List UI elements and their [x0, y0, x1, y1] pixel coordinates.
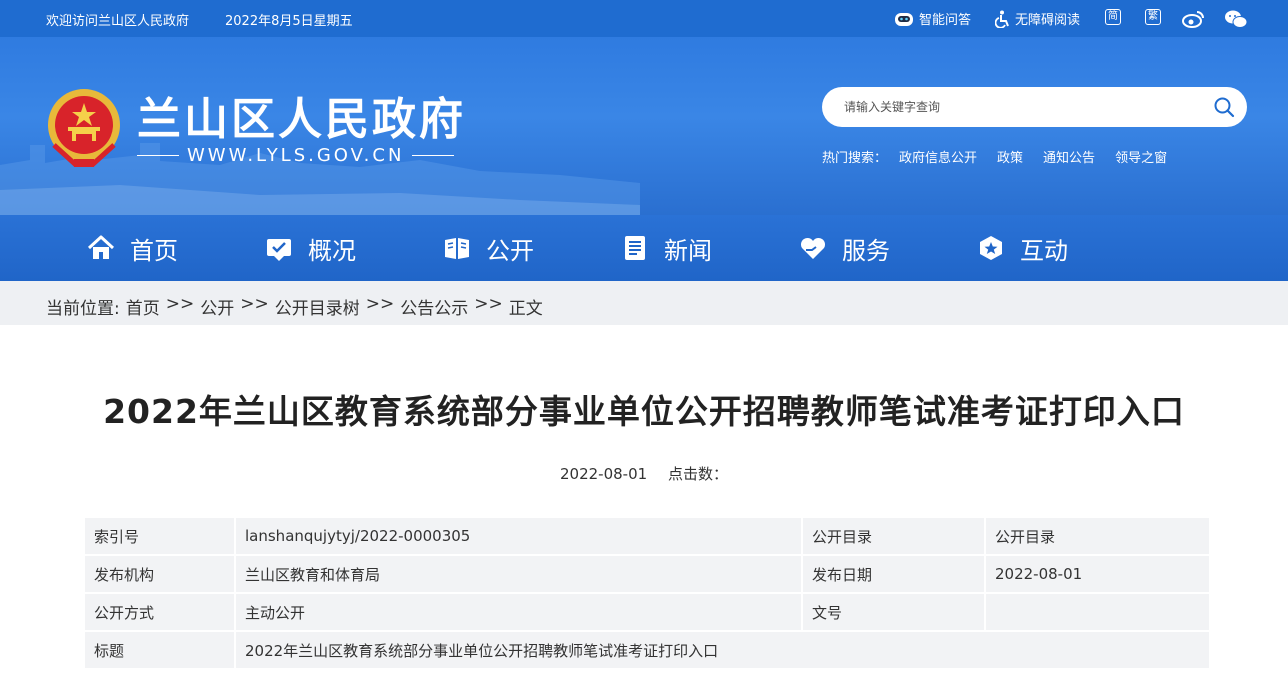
breadcrumb-public[interactable]: 公开: [200, 294, 234, 319]
article-meta: 2022-08-01 点击数：: [0, 463, 1288, 484]
weibo-icon: [1182, 11, 1204, 28]
site-header: 兰山区人民政府 WWW.LYLS.GOV.CN 热门搜索： 政府信息公开 政策 …: [0, 37, 1288, 215]
pub-date-label: 发布日期: [801, 554, 986, 594]
article-title: 2022年兰山区教育系统部分事业单位公开招聘教师笔试准考证打印入口: [103, 392, 1185, 431]
simplified-label: 简: [1105, 9, 1121, 25]
catalog-value: 公开目录: [984, 516, 1211, 556]
search-box: [822, 87, 1247, 127]
breadcrumb-separator: >>: [165, 294, 195, 314]
heart-hand-icon: [800, 237, 826, 259]
index-no-value: lanshanqujytyj/2022-0000305: [234, 516, 803, 556]
breadcrumb-current: 正文: [508, 299, 543, 319]
article-date: 2022-08-01: [560, 465, 648, 483]
article-clicks-label: 点击数：: [667, 465, 728, 483]
traditional-label: 繁: [1145, 9, 1161, 25]
accessibility-label: 无障碍阅读: [1015, 13, 1081, 28]
hot-search: 热门搜索： 政府信息公开 政策 通知公告 领导之窗: [822, 147, 1167, 166]
table-row: 索引号 lanshanqujytyj/2022-0000305 公开目录 公开目…: [83, 516, 1211, 556]
divider: [412, 155, 455, 156]
robot-icon: [895, 12, 913, 26]
nav-news-label: 新闻: [664, 236, 712, 265]
catalog-label: 公开目录: [801, 516, 986, 556]
home-icon: [87, 235, 115, 259]
mode-value: 主动公开: [234, 592, 803, 632]
wheelchair-icon: [995, 10, 1009, 28]
divider: [137, 155, 179, 156]
hot-link-notices[interactable]: 通知公告: [1043, 147, 1095, 166]
breadcrumb-announcements[interactable]: 公告公示: [400, 294, 468, 319]
table-row: 发布机构 兰山区教育和体育局 发布日期 2022-08-01: [83, 554, 1211, 594]
nav-public[interactable]: 公开: [442, 215, 534, 281]
title-value: 2022年兰山区教育系统部分事业单位公开招聘教师笔试准考证打印入口: [234, 630, 1211, 670]
site-title: 兰山区人民政府: [137, 94, 466, 145]
news-icon: [625, 236, 645, 260]
search-input[interactable]: [844, 97, 1184, 117]
org-label: 发布机构: [83, 554, 236, 594]
national-emblem-logo: [48, 89, 120, 167]
smart-qa-label: 智能问答: [919, 13, 972, 28]
hot-link-leaders[interactable]: 领导之窗: [1115, 147, 1167, 166]
title-label: 标题: [83, 630, 236, 670]
site-url-text: WWW.LYLS.GOV.CN: [187, 145, 405, 166]
org-value: 兰山区教育和体育局: [234, 554, 803, 594]
hot-link-gov-info[interactable]: 政府信息公开: [899, 147, 977, 166]
breadcrumb: 当前位置: 首页 >> 公开 >> 公开目录树 >> 公告公示 >> 正文: [46, 294, 543, 319]
book-icon: [445, 238, 469, 259]
search-icon[interactable]: [1213, 96, 1235, 118]
interact-icon: [980, 236, 1002, 260]
breadcrumb-separator: >>: [474, 294, 503, 314]
breadcrumb-separator: >>: [240, 294, 269, 314]
wechat-icon: [1225, 10, 1248, 28]
nav-service-label: 服务: [842, 236, 890, 265]
nav-service[interactable]: 服务: [798, 215, 890, 281]
nav-home[interactable]: 首页: [86, 215, 178, 281]
nav-public-label: 公开: [486, 236, 534, 265]
article-info-table: 索引号 lanshanqujytyj/2022-0000305 公开目录 公开目…: [83, 516, 1211, 670]
breadcrumb-catalog-tree[interactable]: 公开目录树: [275, 294, 360, 319]
pub-date-value: 2022-08-01: [984, 554, 1211, 594]
table-row: 公开方式 主动公开 文号: [83, 592, 1211, 632]
doc-no-label: 文号: [801, 592, 986, 632]
traditional-chinese-button[interactable]: 繁: [1145, 9, 1161, 25]
nav-overview[interactable]: 概况: [264, 215, 356, 281]
doc-no-value: [984, 592, 1211, 632]
accessibility-link[interactable]: 无障碍阅读: [995, 9, 1080, 28]
nav-home-label: 首页: [130, 236, 178, 265]
breadcrumb-separator: >>: [365, 294, 395, 314]
main-nav: 首页 概况 公开 新闻 服务 互动: [0, 215, 1288, 281]
mode-label: 公开方式: [83, 592, 236, 632]
table-row: 标题 2022年兰山区教育系统部分事业单位公开招聘教师笔试准考证打印入口: [83, 630, 1211, 670]
hot-link-policy[interactable]: 政策: [997, 147, 1023, 166]
wechat-link[interactable]: [1224, 9, 1248, 29]
index-no-label: 索引号: [83, 516, 236, 556]
overview-icon: [267, 239, 291, 261]
hot-search-label: 热门搜索：: [822, 151, 888, 166]
current-date: 2022年8月5日星期五: [225, 14, 353, 29]
breadcrumb-label: 当前位置:: [46, 299, 120, 319]
breadcrumb-bar: 当前位置: 首页 >> 公开 >> 公开目录树 >> 公告公示 >> 正文: [0, 281, 1288, 325]
site-url: WWW.LYLS.GOV.CN: [137, 145, 455, 166]
top-bar: 欢迎访问兰山区人民政府 2022年8月5日星期五 智能问答 无障碍阅读 简 繁: [0, 0, 1288, 37]
breadcrumb-home[interactable]: 首页: [126, 294, 160, 319]
nav-news[interactable]: 新闻: [620, 215, 712, 281]
welcome-text: 欢迎访问兰山区人民政府: [46, 14, 190, 29]
simplified-chinese-button[interactable]: 简: [1105, 9, 1121, 25]
nav-overview-label: 概况: [308, 236, 356, 265]
smart-qa-link[interactable]: 智能问答: [893, 9, 971, 28]
weibo-link[interactable]: [1182, 9, 1206, 29]
nav-interact-label: 互动: [1020, 236, 1068, 265]
nav-interact[interactable]: 互动: [976, 215, 1068, 281]
